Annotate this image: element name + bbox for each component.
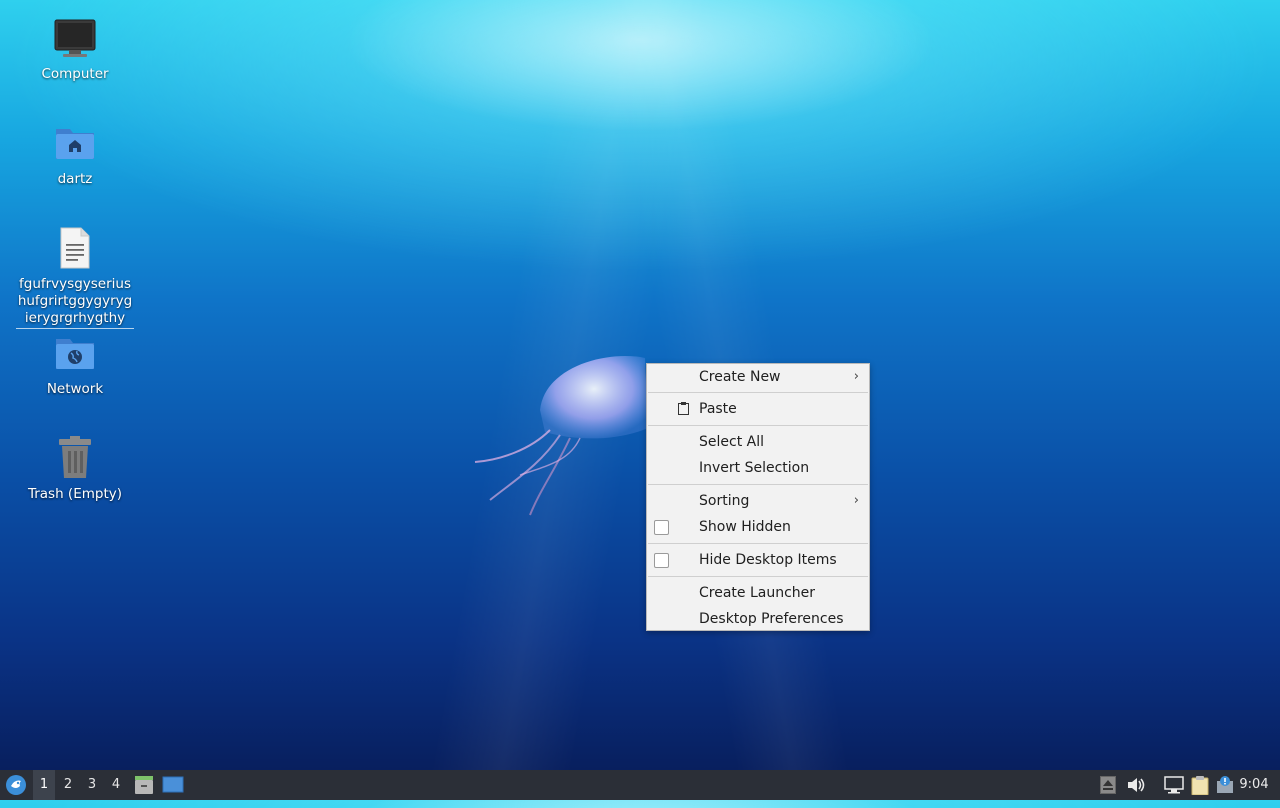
desktop-icon-label: Computer [41, 66, 109, 82]
workspace-3-button[interactable]: 3 [81, 770, 103, 800]
menu-item-hide-desktop-items[interactable]: Hide Desktop Items [647, 547, 869, 573]
network-status-button[interactable] [1162, 770, 1186, 800]
menu-separator [648, 576, 868, 577]
show-desktop-icon [162, 776, 184, 793]
eject-icon [1100, 776, 1116, 794]
menu-item-label: Show Hidden [699, 519, 791, 535]
menu-item-paste[interactable]: Paste [647, 396, 869, 422]
workspace-2-button[interactable]: 2 [57, 770, 79, 800]
menu-item-label: Select All [699, 434, 764, 450]
menu-item-desktop-preferences[interactable]: Desktop Preferences [647, 606, 869, 632]
app-menu-logo-icon [6, 775, 26, 795]
menu-item-invert-selection[interactable]: Invert Selection [647, 455, 869, 481]
show-desktop-button[interactable] [161, 770, 185, 800]
network-folder-icon [53, 331, 97, 375]
desktop-icon-computer[interactable]: Computer [10, 16, 140, 83]
show-hidden-checkbox[interactable] [654, 520, 669, 535]
menu-separator [648, 392, 868, 393]
wallpaper-jellyfish [474, 355, 648, 516]
desktop-icon-label: Trash (Empty) [27, 486, 123, 502]
text-file-icon [53, 226, 97, 270]
computer-icon [53, 16, 97, 60]
clipboard-manager-button[interactable] [1188, 770, 1212, 800]
desktop-icon-trash[interactable]: Trash (Empty) [10, 436, 140, 503]
menu-item-create-new[interactable]: Create New › [647, 364, 869, 390]
desktop-context-menu: Create New › Paste Select All Invert Sel… [646, 363, 870, 631]
clipboard-icon [1191, 776, 1209, 796]
desktop-icon-label: Network [46, 381, 104, 397]
file-manager-launcher[interactable] [133, 770, 155, 800]
menu-item-create-launcher[interactable]: Create Launcher [647, 580, 869, 606]
desktop-icon-label: dartz [57, 171, 93, 187]
menu-item-show-hidden[interactable]: Show Hidden [647, 514, 869, 540]
menu-separator [648, 543, 868, 544]
menu-item-label: Create New [699, 369, 781, 385]
hide-desktop-items-checkbox[interactable] [654, 553, 669, 568]
desktop-icon-home[interactable]: dartz [10, 121, 140, 188]
removable-media-button[interactable] [1098, 770, 1118, 800]
clock[interactable]: 9:04 [1234, 770, 1274, 800]
notification-info-icon [1217, 776, 1233, 793]
menu-item-label: Create Launcher [699, 585, 816, 601]
menu-item-label: Sorting [699, 493, 750, 509]
menu-item-label: Paste [699, 401, 737, 417]
taskbar: 1 2 3 4 9:04 [0, 770, 1280, 800]
volume-button[interactable] [1124, 770, 1148, 800]
trash-icon [53, 436, 97, 480]
menu-item-select-all[interactable]: Select All [647, 429, 869, 455]
menu-separator [648, 425, 868, 426]
workspace-1-button[interactable]: 1 [33, 770, 55, 800]
network-wired-icon [1164, 776, 1184, 794]
menu-separator [648, 484, 868, 485]
desktop-icon-label: fgufrvysgyserius hufgrirtggygyryg ierygr… [16, 276, 134, 329]
file-manager-icon [135, 776, 153, 794]
start-menu-button[interactable] [3, 770, 29, 800]
menu-item-label: Desktop Preferences [699, 611, 844, 627]
chevron-right-icon: › [853, 493, 859, 508]
chevron-right-icon: › [853, 369, 859, 384]
menu-item-label: Invert Selection [699, 460, 810, 476]
clipboard-icon [678, 402, 689, 415]
menu-item-label: Hide Desktop Items [699, 552, 837, 568]
workspace-4-button[interactable]: 4 [105, 770, 127, 800]
desktop-icon-text-file[interactable]: fgufrvysgyserius hufgrirtggygyryg ierygr… [10, 226, 140, 329]
speaker-icon [1128, 778, 1145, 792]
menu-item-sorting[interactable]: Sorting › [647, 488, 869, 514]
desktop-icon-network[interactable]: Network [10, 331, 140, 398]
home-folder-icon [53, 121, 97, 165]
